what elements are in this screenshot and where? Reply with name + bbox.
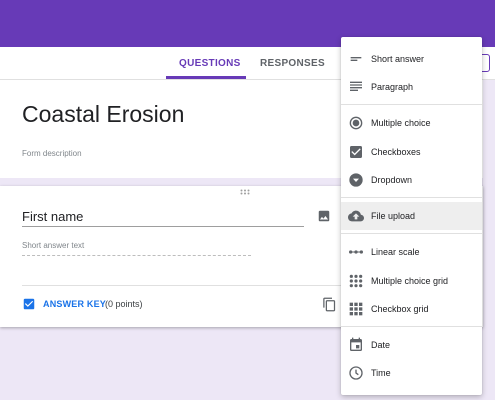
card-divider <box>22 285 341 286</box>
menu-item-time[interactable]: Time <box>341 359 482 387</box>
answer-key-button[interactable]: ANSWER KEY <box>43 299 106 309</box>
menu-item-label: Multiple choice grid <box>371 276 449 286</box>
menu-separator <box>341 197 482 198</box>
grid-icon <box>349 274 363 288</box>
image-icon[interactable] <box>317 209 331 223</box>
menu-item-file-upload[interactable]: File upload <box>341 202 482 230</box>
menu-item-label: Paragraph <box>371 82 414 92</box>
checkbox-icon <box>350 146 362 158</box>
active-tab-indicator <box>166 76 246 79</box>
menu-item-checkbox-grid[interactable]: Checkbox grid <box>341 295 482 323</box>
menu-item-label: Multiple choice <box>371 118 431 128</box>
menu-item-multiple-choice-grid[interactable]: Multiple choice grid <box>341 267 482 295</box>
menu-item-label: Checkbox grid <box>371 304 429 314</box>
paragraph-icon <box>350 81 362 91</box>
tab-questions[interactable]: QUESTIONS <box>179 58 241 69</box>
short-answer-placeholder: Short answer text <box>22 241 251 256</box>
question-title-input[interactable]: First name <box>22 209 304 227</box>
form-description-field[interactable]: Form description <box>22 149 82 158</box>
answer-key-checkbox-icon[interactable] <box>22 297 36 311</box>
menu-item-label: File upload <box>371 211 416 221</box>
menu-item-multiple-choice[interactable]: Multiple choice <box>341 109 482 137</box>
menu-item-label: Date <box>371 340 391 350</box>
tab-responses[interactable]: RESPONSES <box>260 58 325 69</box>
radio-icon <box>349 116 363 130</box>
cloud-upload-icon <box>348 210 364 222</box>
menu-item-label: Linear scale <box>371 247 420 257</box>
menu-item-label: Dropdown <box>371 175 413 185</box>
linear-scale-icon <box>349 250 363 254</box>
duplicate-icon[interactable] <box>322 296 337 313</box>
menu-item-checkboxes[interactable]: Checkboxes <box>341 138 482 166</box>
grid-icon <box>349 302 363 316</box>
drag-handle-icon[interactable] <box>240 189 250 195</box>
question-type-menu: Short answer Paragraph Multiple choice C… <box>341 37 482 395</box>
menu-item-label: Time <box>371 368 391 378</box>
points-label: (0 points) <box>105 299 143 309</box>
menu-item-label: Checkboxes <box>371 147 421 157</box>
short-answer-icon <box>350 57 362 61</box>
dropdown-icon <box>349 173 363 187</box>
menu-item-dropdown[interactable]: Dropdown <box>341 166 482 194</box>
menu-separator <box>341 233 482 234</box>
menu-item-date[interactable]: Date <box>341 331 482 359</box>
menu-item-label: Short answer <box>371 54 425 64</box>
clock-icon <box>349 366 363 380</box>
menu-separator <box>341 104 482 105</box>
form-title[interactable]: Coastal Erosion <box>22 101 184 128</box>
menu-item-paragraph[interactable]: Paragraph <box>341 73 482 101</box>
calendar-icon <box>350 337 362 351</box>
menu-item-short-answer[interactable]: Short answer <box>341 45 482 73</box>
menu-separator <box>341 326 482 327</box>
menu-item-linear-scale[interactable]: Linear scale <box>341 238 482 266</box>
